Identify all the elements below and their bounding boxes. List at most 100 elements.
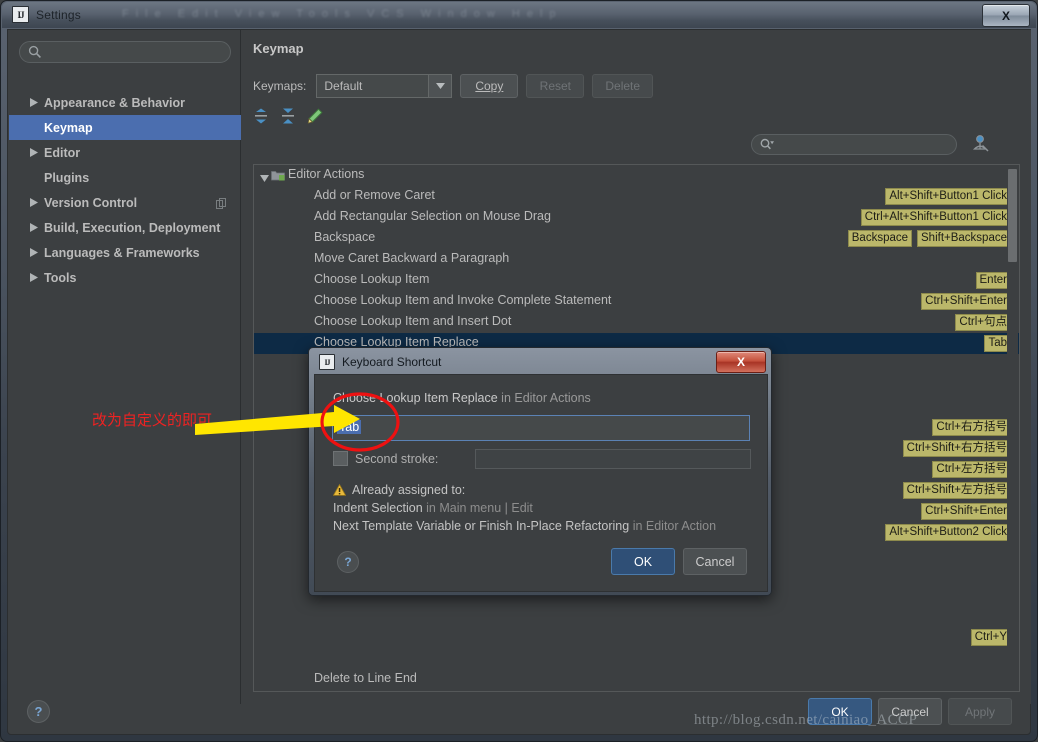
warning-header: Already assigned to: bbox=[333, 483, 753, 497]
table-row[interactable] bbox=[254, 648, 1019, 669]
chevron-down-icon[interactable] bbox=[428, 75, 452, 97]
reset-button[interactable]: Reset bbox=[526, 74, 585, 98]
shortcut-badges: Ctrl+左方括号 bbox=[932, 461, 1011, 478]
shortcut-badges: Ctrl+右方括号 bbox=[932, 419, 1011, 436]
conflict-action-location: in Main menu | Edit bbox=[422, 501, 533, 515]
table-row[interactable]: Delete to Line End bbox=[254, 669, 1019, 690]
action-name: Choose Lookup Item and Invoke Complete S… bbox=[314, 293, 612, 307]
dialog-ok-button[interactable]: OK bbox=[611, 548, 675, 575]
list-item: Next Template Variable or Finish In-Plac… bbox=[333, 519, 753, 533]
table-row[interactable]: Choose Lookup Item and Invoke Complete S… bbox=[254, 291, 1019, 312]
chevron-right-icon[interactable] bbox=[27, 146, 41, 160]
keyboard-shortcut-dialog: IJ Keyboard Shortcut X Choose Lookup Ite… bbox=[308, 347, 772, 596]
delete-button[interactable]: Delete bbox=[592, 74, 654, 98]
warning-items: Indent Selection in Main menu | Edit Next… bbox=[333, 501, 753, 533]
copy-button[interactable]: Copy bbox=[460, 74, 519, 98]
dialog-body: Choose Lookup Item Replace in Editor Act… bbox=[314, 374, 768, 592]
second-stroke-label: Second stroke: bbox=[355, 451, 439, 466]
table-row[interactable]: Ctrl+Y bbox=[254, 627, 1019, 648]
search-input[interactable] bbox=[19, 41, 231, 63]
scrollbar-thumb[interactable] bbox=[1008, 169, 1017, 262]
sidebar-item-label: Version Control bbox=[44, 195, 138, 210]
copy-button-label: Copy bbox=[475, 79, 504, 93]
sidebar-item-plugins[interactable]: Plugins bbox=[9, 165, 241, 190]
chevron-right-icon[interactable] bbox=[27, 196, 41, 210]
actions-list-scrollbar[interactable] bbox=[1007, 166, 1018, 691]
sidebar-item-languages-frameworks[interactable]: Languages & Frameworks bbox=[9, 240, 241, 265]
dialog-cancel-button[interactable]: Cancel bbox=[683, 548, 747, 575]
list-item: Indent Selection in Main menu | Edit bbox=[333, 501, 753, 515]
table-row[interactable] bbox=[254, 606, 1019, 627]
find-actions-by-shortcut-icon[interactable] bbox=[971, 133, 991, 153]
keymaps-toolbar: Keymaps: Default Copy Reset Delete bbox=[253, 74, 654, 98]
apply-button[interactable]: Apply bbox=[948, 698, 1012, 725]
intellij-logo-icon: IJ bbox=[319, 354, 335, 370]
help-icon[interactable]: ? bbox=[27, 700, 50, 723]
window-titlebar: IJ Settings File Edit View Tools VCS Win… bbox=[2, 2, 1036, 28]
dialog-subtitle: Choose Lookup Item Replace in Editor Act… bbox=[333, 391, 591, 405]
sidebar-item-label: Plugins bbox=[44, 170, 90, 185]
status-badge: Ctrl+Y bbox=[970, 629, 1011, 646]
settings-sidebar: Appearance & Behavior Keymap Editor Plugins… bbox=[9, 30, 241, 704]
table-row[interactable]: Move Caret Backward a Paragraph bbox=[254, 249, 1019, 270]
sidebar-item-appearance-behavior[interactable]: Appearance & Behavior bbox=[9, 90, 241, 115]
keymap-tree-toolbar bbox=[253, 108, 323, 124]
shortcut-badges: Ctrl+Alt+Shift+Button1 Click bbox=[860, 209, 1011, 226]
chevron-right-icon[interactable] bbox=[27, 221, 41, 235]
dialog-subtitle-context: in Editor Actions bbox=[497, 391, 591, 405]
window-title: Settings bbox=[36, 7, 81, 22]
table-row[interactable]: Choose Lookup Item and Insert Dot Ctrl+句点 bbox=[254, 312, 1019, 333]
keymap-select[interactable]: Default bbox=[316, 74, 453, 98]
shortcut-badges: Enter bbox=[975, 272, 1011, 289]
table-row[interactable]: Choose Lookup Item Enter bbox=[254, 270, 1019, 291]
table-row[interactable]: Add or Remove Caret Alt+Shift+Button1 Cli… bbox=[254, 186, 1019, 207]
action-name: Move Caret Backward a Paragraph bbox=[314, 251, 510, 265]
table-row[interactable]: Delete to Line Start bbox=[254, 690, 1019, 691]
dialog-title: Keyboard Shortcut bbox=[342, 355, 442, 369]
annotation-text: 改为自定义的即可 bbox=[92, 411, 213, 429]
conflict-action-location: in Editor Action bbox=[629, 519, 717, 533]
conflict-action-name: Next Template Variable or Finish In-Plac… bbox=[333, 519, 630, 533]
table-row[interactable]: Add Rectangular Selection on Mouse Drag C… bbox=[254, 207, 1019, 228]
second-stroke-input[interactable] bbox=[475, 449, 751, 469]
dialog-buttons: OK Cancel bbox=[611, 548, 747, 575]
sidebar-search[interactable] bbox=[19, 41, 231, 63]
conflict-warning-area: Already assigned to: Indent Selection in… bbox=[333, 483, 753, 545]
table-row[interactable]: Backspace Backspace Shift+Backspace bbox=[254, 228, 1019, 249]
window-close-button[interactable]: X bbox=[982, 4, 1030, 27]
first-stroke-input[interactable]: Tab bbox=[332, 415, 750, 441]
sidebar-item-keymap[interactable]: Keymap bbox=[9, 115, 241, 140]
warning-title: Already assigned to: bbox=[352, 483, 466, 497]
collapse-all-icon[interactable] bbox=[280, 108, 296, 124]
keymap-select-value: Default bbox=[324, 79, 363, 93]
edit-pencil-icon[interactable] bbox=[307, 108, 323, 124]
dialog-help-icon[interactable]: ? bbox=[337, 551, 359, 573]
chevron-right-icon[interactable] bbox=[27, 246, 41, 260]
chevron-right-icon[interactable] bbox=[27, 96, 41, 110]
shortcut-badges: Alt+Shift+Button1 Click bbox=[885, 188, 1011, 205]
sidebar-item-build-execution-deployment[interactable]: Build, Execution, Deployment bbox=[9, 215, 241, 240]
watermark: http://blog.csdn.net/cainiao_ACCP bbox=[694, 712, 918, 728]
warning-icon bbox=[333, 484, 346, 496]
second-stroke-checkbox[interactable] bbox=[333, 451, 348, 466]
shortcut-badges: Ctrl+Shift+右方括号 bbox=[902, 440, 1011, 457]
sidebar-item-editor[interactable]: Editor bbox=[9, 140, 241, 165]
dialog-title-group: IJ Keyboard Shortcut bbox=[319, 354, 441, 370]
sidebar-item-tools[interactable]: Tools bbox=[9, 265, 241, 290]
status-badge: Ctrl+左方括号 bbox=[932, 461, 1011, 478]
sidebar-item-label: Languages & Frameworks bbox=[44, 245, 200, 260]
search-icon bbox=[760, 138, 774, 150]
conflict-action-name: Indent Selection bbox=[333, 501, 423, 515]
action-name: Backspace bbox=[314, 230, 376, 244]
shortcut-badges: Ctrl+Y bbox=[970, 629, 1011, 646]
dialog-close-button[interactable]: X bbox=[716, 351, 766, 373]
chevron-right-icon[interactable] bbox=[27, 271, 41, 285]
status-badge: Ctrl+Shift+Enter bbox=[921, 293, 1011, 310]
action-name: Editor Actions bbox=[288, 167, 365, 181]
filter-search-field[interactable] bbox=[751, 134, 957, 155]
action-name: Delete to Line End bbox=[314, 671, 417, 685]
table-row[interactable]: Editor Actions bbox=[254, 165, 1019, 186]
expand-all-icon[interactable] bbox=[253, 108, 269, 124]
sidebar-item-version-control[interactable]: Version Control bbox=[9, 190, 241, 215]
chevron-down-icon[interactable] bbox=[260, 169, 269, 187]
